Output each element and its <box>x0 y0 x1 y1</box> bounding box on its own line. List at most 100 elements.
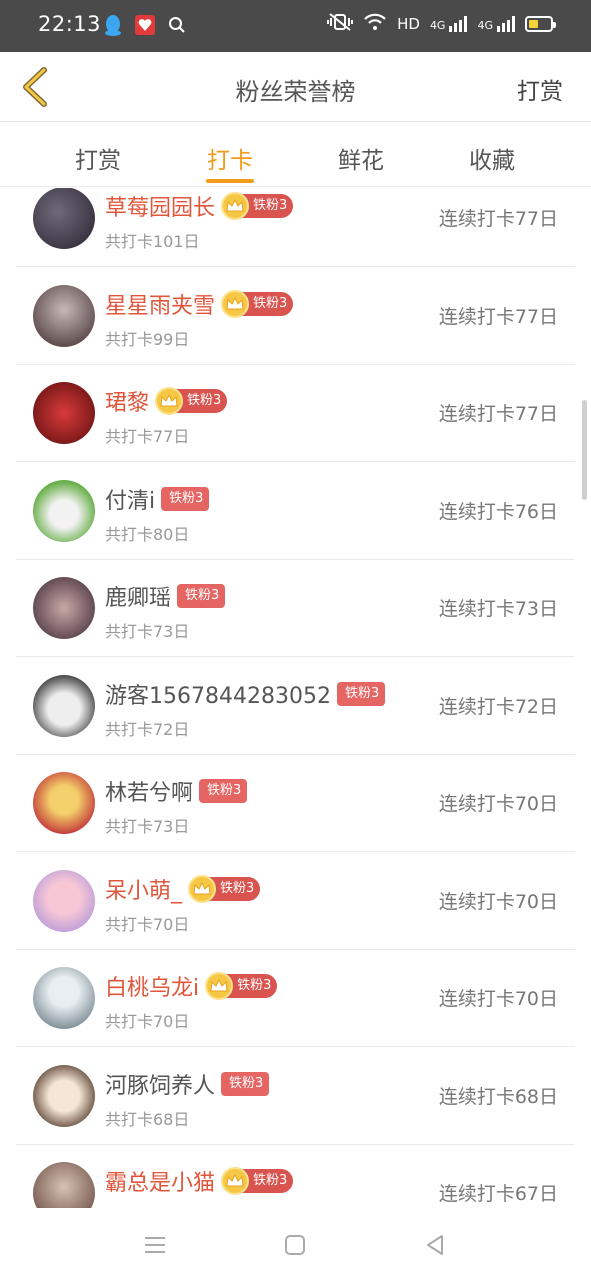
fan-name[interactable]: 河豚饲养人 <box>105 1068 215 1100</box>
total-checkin-days: 共打卡70日 <box>105 914 190 934</box>
streak-days: 连续打卡70日 <box>438 793 558 815</box>
fan-row[interactable]: 林若兮啊 铁粉3 共打卡73日 连续打卡70日 <box>16 755 575 852</box>
streak-days: 连续打卡73日 <box>438 598 558 620</box>
total-checkin-days: 共打卡73日 <box>105 817 190 836</box>
fan-level-tag: 铁粉3 <box>221 1071 270 1096</box>
fan-name[interactable]: 付清i <box>105 483 155 515</box>
fan-row[interactable]: 草莓园园长 铁粉3 共打卡101日 连续打卡77日 <box>16 188 575 267</box>
home-square-icon <box>285 1235 305 1255</box>
fan-row[interactable]: 付清i 铁粉3 共打卡80日 连续打卡76日 <box>16 463 575 560</box>
search-icon <box>166 14 188 36</box>
tab-1[interactable]: 打卡 <box>175 141 285 175</box>
page-title: 粉丝荣誉榜 <box>235 78 356 106</box>
fan-level-tag: 铁粉3 <box>161 486 210 511</box>
streak-days: 连续打卡77日 <box>438 305 558 328</box>
total-checkin-days: 共打卡77日 <box>105 427 190 446</box>
fan-row[interactable]: 河豚饲养人 铁粉3 共打卡68日 连续打卡68日 <box>16 1048 575 1145</box>
crown-icon <box>188 874 217 903</box>
vibrate-icon <box>327 12 354 36</box>
streak-days: 连续打卡70日 <box>438 890 558 913</box>
vip-fan-badge: 铁粉3 <box>221 1167 294 1195</box>
fan-row[interactable]: 游客1567844283052 铁粉3 共打卡72日 连续打卡72日 <box>16 658 575 755</box>
status-bar: 22:13 HD 4G 4G <box>0 0 591 52</box>
fan-level-tag: 铁粉3 <box>336 681 386 706</box>
streak-days: 连续打卡76日 <box>438 500 558 523</box>
vip-fan-badge: 铁粉3 <box>205 972 278 1000</box>
streak-days: 连续打卡67日 <box>438 1183 558 1205</box>
fan-list: 草莓园园长 铁粉3 共打卡101日 连续打卡77日 星星雨夹雪 铁粉3 共打卡99日 连续打卡… <box>0 188 591 1208</box>
signal-icon: 4G <box>430 16 468 32</box>
battery-icon <box>525 16 556 32</box>
streak-days: 连续打卡68日 <box>438 1085 558 1108</box>
total-checkin-days: 共打卡99日 <box>105 329 190 349</box>
streak-days: 连续打卡77日 <box>438 208 558 230</box>
crown-icon <box>155 387 184 415</box>
crown-icon <box>221 1167 250 1195</box>
fan-row[interactable]: 呆小萌_ 铁粉3 共打卡70日 连续打卡70日 <box>16 853 575 950</box>
vip-fan-badge: 铁粉3 <box>188 874 261 903</box>
home-nav-button[interactable] <box>280 1230 310 1260</box>
fan-name[interactable]: 白桃乌龙i <box>105 970 199 1002</box>
wifi-icon <box>363 13 387 35</box>
app-header: 粉丝荣誉榜 打赏 <box>0 52 591 122</box>
signal-icon-2: 4G <box>477 16 515 32</box>
back-nav-button[interactable] <box>420 1230 450 1260</box>
fan-name[interactable]: 游客1567844283052 <box>105 678 331 710</box>
tab-bar: 打赏 打卡 鲜花 收藏 <box>0 123 591 187</box>
fan-row[interactable]: 白桃乌龙i 铁粉3 共打卡70日 连续打卡70日 <box>16 950 575 1047</box>
fan-name[interactable]: 林若兮啊 <box>105 775 193 807</box>
avatar[interactable] <box>33 1064 95 1127</box>
total-checkin-days: 共打卡70日 <box>105 1012 190 1031</box>
scrollbar[interactable] <box>582 400 587 500</box>
vip-fan-badge: 铁粉3 <box>221 192 294 220</box>
app-heart-icon <box>134 14 156 36</box>
crown-icon <box>205 972 234 1000</box>
total-checkin-days: 共打卡73日 <box>105 622 190 641</box>
fan-level-tag: 铁粉3 <box>199 779 248 803</box>
avatar[interactable] <box>33 967 95 1029</box>
avatar[interactable] <box>33 772 95 834</box>
crown-icon <box>221 289 250 318</box>
fan-row[interactable]: 鹿卿瑶 铁粉3 共打卡73日 连续打卡73日 <box>16 560 575 657</box>
streak-days: 连续打卡70日 <box>438 988 558 1010</box>
reward-button[interactable]: 打赏 <box>517 72 563 106</box>
qq-icon <box>102 14 124 36</box>
tab-3[interactable]: 收藏 <box>437 141 547 175</box>
fan-name[interactable]: 草莓园园长 <box>105 190 215 222</box>
vip-fan-badge: 铁粉3 <box>221 289 294 318</box>
fan-row[interactable]: 霸总是小猫铁粉3共打卡71日连续打卡67日 <box>16 1145 575 1208</box>
total-checkin-days: 共打卡101日 <box>105 232 200 251</box>
avatar[interactable] <box>33 1162 95 1208</box>
fan-name[interactable]: 呆小萌_ <box>105 873 182 905</box>
tab-2[interactable]: 鲜花 <box>306 141 416 175</box>
fan-name[interactable]: 珺黎 <box>105 385 149 417</box>
avatar[interactable] <box>33 382 95 444</box>
system-nav-bar <box>0 1208 591 1280</box>
menu-icon <box>145 1237 165 1253</box>
fan-name[interactable]: 鹿卿瑶 <box>105 580 171 612</box>
fan-row[interactable]: 珺黎 铁粉3 共打卡77日 连续打卡77日 <box>16 365 575 462</box>
fan-name[interactable]: 霸总是小猫 <box>105 1165 215 1197</box>
streak-days: 连续打卡77日 <box>438 403 558 425</box>
total-checkin-days: 共打卡68日 <box>105 1109 190 1129</box>
avatar[interactable] <box>33 479 95 542</box>
crown-icon <box>221 192 250 220</box>
tab-active-indicator <box>206 179 254 183</box>
status-time: 22:13 <box>38 12 102 36</box>
total-checkin-days: 共打卡80日 <box>105 524 190 544</box>
vip-fan-badge: 铁粉3 <box>155 387 228 415</box>
tab-0[interactable]: 打赏 <box>43 141 153 175</box>
fan-level-tag: 铁粉3 <box>177 584 226 608</box>
hd-label: HD <box>397 15 420 33</box>
avatar[interactable] <box>33 869 95 932</box>
avatar[interactable] <box>33 188 95 249</box>
avatar[interactable] <box>33 577 95 639</box>
menu-nav-button[interactable] <box>140 1230 170 1260</box>
fan-row[interactable]: 星星雨夹雪 铁粉3 共打卡99日 连续打卡77日 <box>16 268 575 365</box>
back-triangle-icon <box>427 1235 443 1255</box>
avatar[interactable] <box>33 674 95 737</box>
avatar[interactable] <box>33 284 95 347</box>
fan-name[interactable]: 星星雨夹雪 <box>105 288 215 320</box>
streak-days: 连续打卡72日 <box>438 695 558 718</box>
total-checkin-days: 共打卡72日 <box>105 719 190 739</box>
